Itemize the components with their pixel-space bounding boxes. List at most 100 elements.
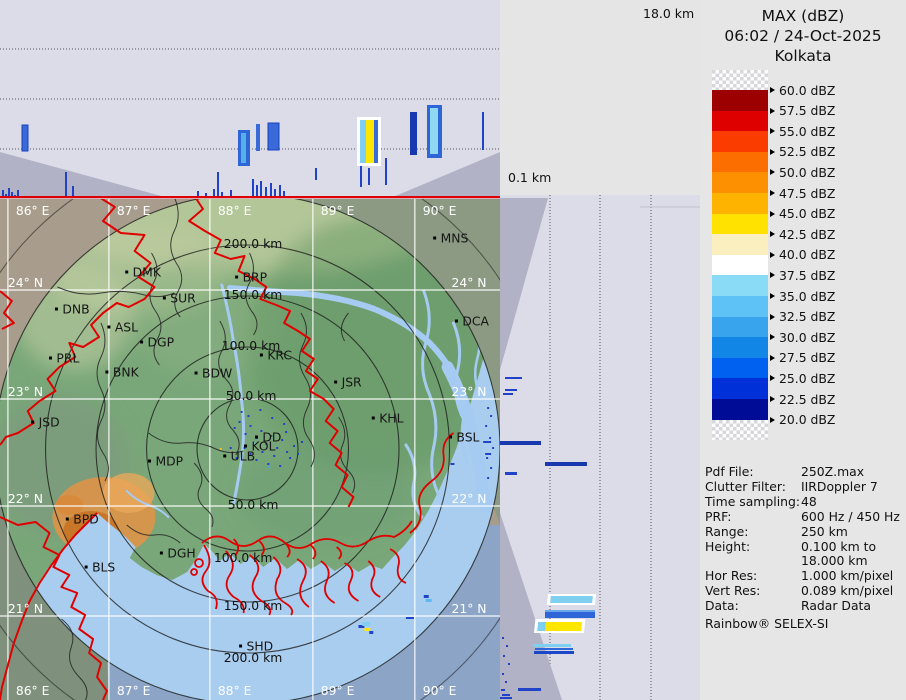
city-dot xyxy=(66,518,69,521)
longitude-label: 90° E xyxy=(423,203,457,218)
longitude-label: 86° E xyxy=(16,203,50,218)
legend-boundary-label: 37.5 dBZ xyxy=(770,268,835,282)
range-ring-label: 150.0 km xyxy=(224,287,283,302)
range-ring-label: 50.0 km xyxy=(228,497,279,512)
height-axis-area: 18.0 km 0.1 km xyxy=(500,0,700,195)
city-dot xyxy=(105,371,108,374)
legend-band xyxy=(712,255,768,276)
legend-band xyxy=(712,214,768,235)
city-label: ASL xyxy=(115,319,138,334)
legend-boundary-label: 40.0 dBZ xyxy=(770,248,835,262)
legend-boundary-label: 27.5 dBZ xyxy=(770,351,835,365)
city-label: DMK xyxy=(133,264,162,279)
city-label: BDW xyxy=(202,365,232,380)
legend-arrow-icon xyxy=(770,375,775,381)
latitude-label: 24° N xyxy=(451,275,486,290)
city-label: BLS xyxy=(92,559,115,574)
city-dot xyxy=(49,357,52,360)
legend-band xyxy=(712,420,768,440)
legend-arrow-icon xyxy=(770,252,775,258)
legend-band xyxy=(712,234,768,255)
latitude-label: 23° N xyxy=(8,384,43,399)
legend-boundary-label: 20.0 dBZ xyxy=(770,413,835,427)
legend-arrow-icon xyxy=(770,149,775,155)
city-label: DNB xyxy=(62,301,89,316)
city-label: SUR xyxy=(170,290,196,305)
legend-band xyxy=(712,131,768,152)
legend-panel: MAX (dBZ) 06:02 / 24-Oct-2025 Kolkata 60… xyxy=(700,0,906,700)
metadata-row: Height:0.100 km to xyxy=(705,540,905,555)
legend-boundary-label: 25.0 dBZ xyxy=(770,371,835,385)
legend-band xyxy=(712,111,768,132)
legend-arrow-icon xyxy=(770,396,775,402)
city-dot xyxy=(449,436,452,439)
city-dot xyxy=(244,445,247,448)
legend-band xyxy=(712,193,768,214)
longitude-label: 88° E xyxy=(218,203,252,218)
height-min-label: 0.1 km xyxy=(508,170,551,185)
legend-band xyxy=(712,358,768,379)
city-dot xyxy=(125,271,128,274)
metadata-row: Clutter Filter:IIRDoppler 7 xyxy=(705,480,905,495)
top-projection-canvas xyxy=(0,0,500,199)
legend-boundary-label: 45.0 dBZ xyxy=(770,207,835,221)
city-label: BSL xyxy=(456,429,479,444)
longitude-label: 87° E xyxy=(117,683,151,698)
product-datetime: 06:02 / 24-Oct-2025 xyxy=(700,26,906,46)
software-brand: Rainbow® SELEX-SI xyxy=(705,616,828,631)
city-dot xyxy=(85,566,88,569)
legend-boundary-label: 35.0 dBZ xyxy=(770,289,835,303)
city-dot xyxy=(195,372,198,375)
legend-arrow-icon xyxy=(770,190,775,196)
legend-arrow-icon xyxy=(770,272,775,278)
metadata-row: Range:250 km xyxy=(705,525,905,540)
map-panel: 86° E86° E87° E87° E88° E88° E89° E89° E… xyxy=(0,195,500,700)
longitude-label: 88° E xyxy=(218,683,252,698)
radar-display-window: 86° E86° E87° E87° E88° E88° E89° E89° E… xyxy=(0,0,906,700)
legend-boundary-label: 30.0 dBZ xyxy=(770,330,835,344)
legend-arrow-icon xyxy=(770,355,775,361)
metadata-row: PRF:600 Hz / 450 Hz xyxy=(705,510,905,525)
range-ring-label: 150.0 km xyxy=(224,598,283,613)
legend-band xyxy=(712,378,768,399)
range-ring-label: 100.0 km xyxy=(214,550,273,565)
metadata-row: Data:Radar Data xyxy=(705,599,905,614)
latitude-label: 24° N xyxy=(8,275,43,290)
latitude-label: 22° N xyxy=(451,491,486,506)
legend-arrow-icon xyxy=(770,314,775,320)
legend-boundary-label: 52.5 dBZ xyxy=(770,145,835,159)
metadata-row: 18.000 km xyxy=(705,554,905,569)
city-dot xyxy=(239,645,242,648)
legend-band xyxy=(712,90,768,111)
latitude-label: 21° N xyxy=(8,601,43,616)
legend-band xyxy=(712,172,768,193)
side-projection-canvas xyxy=(500,195,700,700)
city-dot xyxy=(148,460,151,463)
legend-arrow-icon xyxy=(770,108,775,114)
city-dot xyxy=(433,237,436,240)
city-label: KHL xyxy=(379,410,403,425)
legend-boundary-label: 32.5 dBZ xyxy=(770,310,835,324)
height-max-label: 18.0 km xyxy=(643,6,694,21)
latitude-label: 21° N xyxy=(451,601,486,616)
city-label: PRL xyxy=(56,350,79,365)
map-canvas: 86° E86° E87° E87° E88° E88° E89° E89° E… xyxy=(0,195,500,700)
legend-arrow-icon xyxy=(770,417,775,423)
longitude-label: 87° E xyxy=(117,203,151,218)
city-dot xyxy=(163,297,166,300)
city-dot xyxy=(223,455,226,458)
range-ring-label: 50.0 km xyxy=(226,388,277,403)
city-label: BRP xyxy=(243,269,268,284)
longitude-label: 89° E xyxy=(321,683,355,698)
legend-band xyxy=(712,70,768,90)
legend-arrow-icon xyxy=(770,293,775,299)
city-dot xyxy=(55,308,58,311)
surface-baseline xyxy=(0,196,500,198)
legend-band xyxy=(712,337,768,358)
legend-band xyxy=(712,399,768,420)
longitude-label: 89° E xyxy=(321,203,355,218)
city-dot xyxy=(107,326,110,329)
legend-band xyxy=(712,317,768,338)
legend-boundary-label: 47.5 dBZ xyxy=(770,186,835,200)
legend-arrow-icon xyxy=(770,169,775,175)
